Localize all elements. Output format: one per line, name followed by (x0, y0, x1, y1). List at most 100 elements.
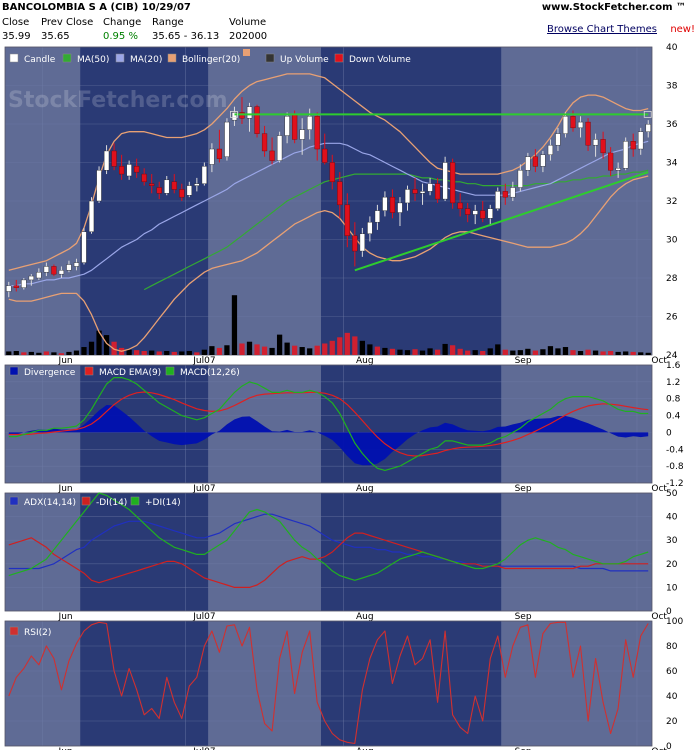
candle (608, 152, 614, 171)
candle (615, 168, 621, 171)
candle (126, 164, 132, 177)
candle (540, 154, 546, 167)
candle (164, 179, 170, 194)
adx-month-label: Jul07 (192, 612, 215, 622)
volume-bar (570, 350, 576, 355)
price-y-tick-label: 38 (666, 82, 678, 92)
adx-shade-band (208, 493, 321, 611)
volume-bar (299, 347, 305, 355)
price-legend-label: MA(20) (130, 55, 162, 65)
candle (111, 150, 117, 167)
volume-bar (194, 352, 200, 355)
volume-bar (487, 348, 493, 355)
candle (284, 116, 290, 136)
candle (73, 262, 80, 267)
price-legend-swatch (265, 53, 275, 63)
candle (532, 156, 538, 167)
candle (645, 123, 651, 132)
stock-chart-svg: 403836343230282624Jun Jul07 Aug Sep Oct 1.61.… (4, 43, 684, 750)
volume-bar (615, 351, 621, 355)
adx-shade-band (501, 493, 652, 611)
volume-bar (412, 349, 418, 355)
volume-bar (585, 349, 591, 355)
candle (547, 144, 554, 156)
macd-month-label: Jul07 (192, 484, 215, 494)
macd-legend-swatch (165, 366, 175, 376)
candle (337, 181, 343, 206)
candle (344, 204, 350, 236)
price-month-label: Aug (356, 356, 374, 366)
candle (450, 162, 456, 204)
candle (103, 150, 110, 171)
volume-bar (600, 351, 606, 355)
chart-page: { "header": { "title": "BANCOLOMBIA S A … (0, 0, 698, 750)
macd-y-tick-label: 0.4 (666, 412, 681, 422)
adx-month-label: Sep (515, 612, 532, 622)
price-y-tick-label: 28 (666, 274, 678, 284)
volume-bar (276, 334, 283, 355)
volume-bar (562, 347, 569, 355)
volume-bar (434, 349, 441, 355)
macd-legend-swatch (84, 366, 94, 376)
price-y-tick-label: 34 (666, 159, 678, 169)
volume-bar (88, 341, 95, 355)
price-legend-label: Bollinger(20) (182, 55, 240, 65)
volume-bar (186, 351, 192, 355)
candle (502, 191, 508, 198)
volume-bar (231, 295, 238, 355)
volume-bar (149, 350, 155, 355)
candle (28, 275, 34, 281)
volume-bar (367, 344, 373, 355)
candle (156, 187, 162, 194)
candle (21, 279, 27, 288)
candle (480, 210, 486, 219)
candle (194, 183, 200, 186)
volume-bar (450, 345, 456, 355)
candle (299, 129, 305, 140)
volume-bar (43, 351, 50, 355)
candle (585, 121, 591, 146)
candle (495, 191, 501, 209)
candle (246, 106, 253, 119)
volume-bar (404, 350, 411, 355)
volume-bar (480, 351, 486, 355)
candle (359, 233, 365, 252)
volume-bar (284, 342, 290, 355)
volume-bar (21, 352, 27, 355)
volume-bar (209, 346, 215, 355)
candle (314, 116, 320, 150)
price-legend-swatch (115, 53, 125, 63)
macd-y-tick-label: 0.8 (666, 395, 681, 405)
volume-bar (532, 350, 539, 355)
candle (36, 272, 42, 279)
adx-legend-swatch (9, 496, 19, 506)
volume-bar (329, 340, 335, 355)
candle (88, 200, 95, 232)
price-month-label: Sep (515, 356, 532, 366)
macd-month-label: Aug (356, 484, 374, 494)
volume-bar (645, 352, 651, 355)
candle (487, 208, 493, 219)
volume-bar (374, 346, 381, 355)
candle (186, 185, 192, 196)
candle (592, 139, 599, 146)
volume-bar (224, 345, 230, 355)
price-legend-swatch (9, 53, 19, 63)
adx-y-tick-label: 20 (666, 560, 678, 570)
candle (638, 131, 644, 150)
candle (96, 169, 102, 202)
price-y-tick-label: 26 (666, 313, 678, 323)
price-y-tick-label: 24 (666, 351, 678, 361)
candle (570, 116, 576, 129)
volume-bar (179, 351, 185, 355)
volume-bar (495, 344, 501, 355)
candle (457, 202, 463, 209)
candle (149, 183, 155, 186)
candle (43, 266, 49, 273)
candle (261, 133, 268, 152)
volume-bar (359, 340, 365, 355)
volume-bar (81, 347, 87, 355)
rsi-y-tick-label: 60 (666, 667, 678, 677)
volume-bar (592, 350, 599, 355)
candle (119, 166, 125, 175)
